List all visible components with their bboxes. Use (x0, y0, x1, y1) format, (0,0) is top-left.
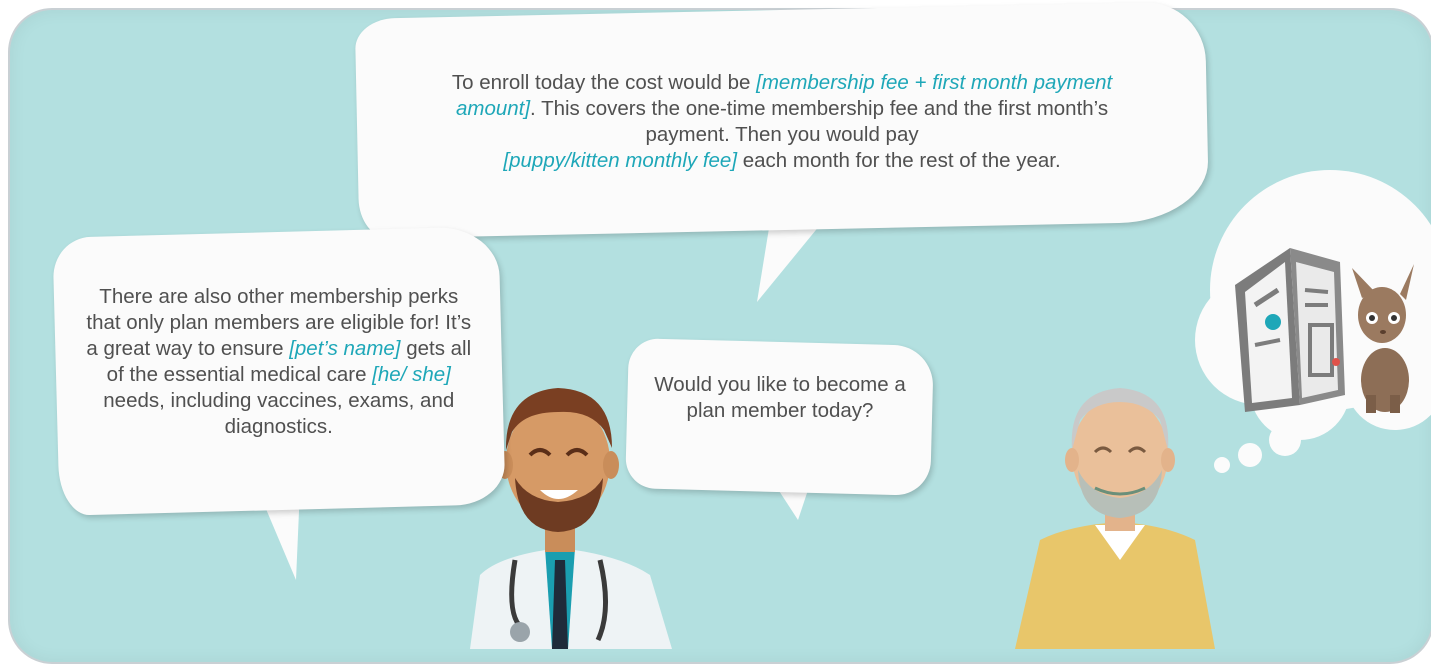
enrollment-cost-text: To enroll today the cost would be [membe… (412, 70, 1152, 174)
pronoun-placeholder: [he/ she] (372, 363, 451, 387)
become-member-speech-bubble: Would you like to become a plan member t… (625, 338, 934, 496)
monthly-fee-placeholder: [puppy/kitten monthly fee] (503, 148, 738, 172)
enrollment-text-middle: . This covers the one-time membership fe… (530, 96, 1109, 146)
enrollment-cost-speech-bubble: To enroll today the cost would be [membe… (354, 1, 1210, 239)
pet-name-placeholder: [pet’s name] (289, 337, 401, 361)
perks-text-end: needs, including vaccines, exams, and di… (103, 389, 455, 439)
membership-perks-speech-bubble: There are also other membership perks th… (52, 226, 506, 516)
become-member-text: Would you like to become a plan member t… (654, 373, 906, 423)
top-bubble-tail (757, 222, 820, 302)
enrollment-text-end: each month for the rest of the year. (737, 148, 1061, 172)
enrollment-text-intro: To enroll today the cost would be (451, 70, 757, 94)
elder-man-figure (1015, 388, 1215, 649)
membership-perks-text: There are also other membership perks th… (81, 284, 477, 440)
